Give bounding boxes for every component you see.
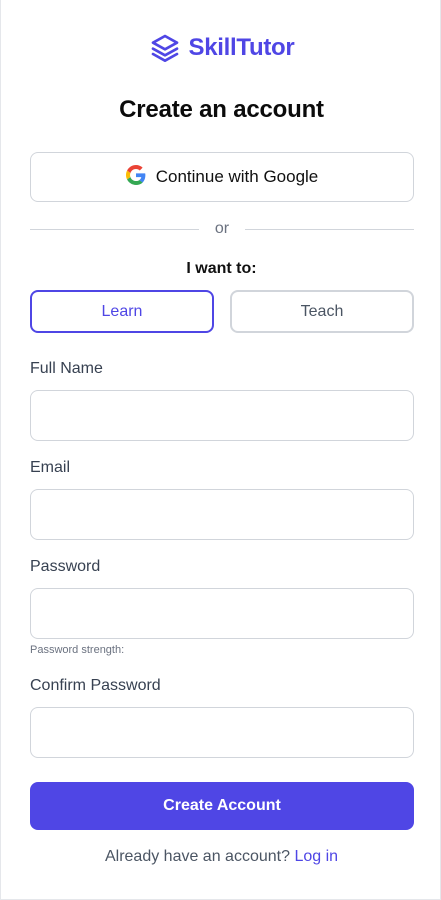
- create-account-button[interactable]: Create Account: [30, 782, 414, 830]
- continue-with-google-button[interactable]: Continue with Google: [30, 152, 414, 202]
- google-icon: [125, 164, 146, 190]
- password-label: Password: [30, 558, 101, 575]
- brand-header: SkillTutor: [1, 32, 441, 64]
- password-input[interactable]: [30, 588, 414, 639]
- login-prompt-text: Already have an account?: [104, 848, 290, 865]
- role-prompt: I want to:: [186, 260, 257, 277]
- confirm-password-input[interactable]: [30, 707, 414, 758]
- email-input[interactable]: [30, 489, 414, 540]
- divider-line-left: [30, 228, 199, 230]
- role-teach-button[interactable]: Teach: [230, 290, 414, 333]
- login-link[interactable]: Log in: [294, 848, 338, 865]
- full-name-input[interactable]: [30, 390, 414, 441]
- full-name-label: Full Name: [30, 360, 103, 377]
- divider-text: or: [214, 220, 230, 237]
- confirm-password-label: Confirm Password: [30, 677, 161, 694]
- brand-name: SkillTutor: [188, 34, 295, 61]
- layers-icon: [149, 32, 181, 64]
- page-title: Create an account: [119, 96, 324, 123]
- role-learn-button[interactable]: Learn: [30, 290, 214, 333]
- google-button-label: Continue with Google: [155, 167, 319, 186]
- email-label: Email: [30, 459, 71, 476]
- password-strength-label: Password strength:: [30, 644, 125, 656]
- login-prompt-row: Already have an account? Log in: [1, 848, 441, 866]
- divider-line-right: [245, 228, 415, 230]
- or-divider: or: [30, 219, 415, 239]
- signup-page: SkillTutor Create an account Continue wi…: [0, 0, 441, 900]
